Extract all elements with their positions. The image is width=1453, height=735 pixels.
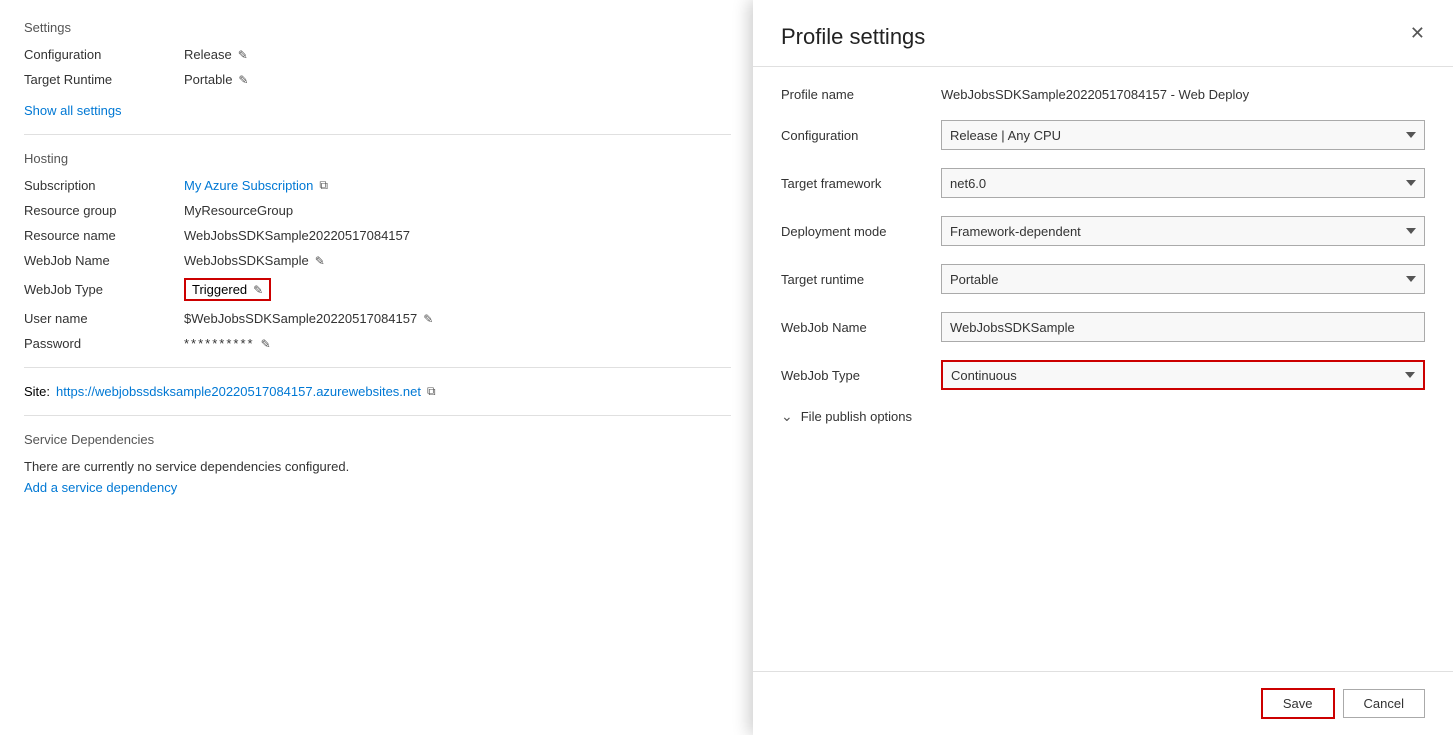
webjob-name-row: WebJob Name WebJobsSDKSample ✎ [24,253,731,268]
right-panel: Profile settings ✕ Profile name WebJobsS… [753,0,1453,735]
target-runtime-row: Target Runtime Portable ✎ [24,72,731,87]
divider-3 [24,415,731,416]
config-value: Release [184,47,232,62]
deployment-mode-form-label: Deployment mode [781,224,941,239]
password-value-group: ********** ✎ [184,336,271,351]
chevron-down-icon[interactable]: ⌄ [781,408,793,425]
resource-name-label: Resource name [24,228,184,243]
file-publish-label: File publish options [801,409,912,424]
webjob-name-input[interactable] [941,312,1425,342]
resource-name-value: WebJobsSDKSample20220517084157 [184,228,410,243]
divider-2 [24,367,731,368]
target-runtime-select[interactable]: Portable win-x64 win-x86 [941,264,1425,294]
profile-name-row: Profile name WebJobsSDKSample20220517084… [781,87,1425,102]
close-button[interactable]: ✕ [1410,24,1425,42]
webjob-type-edit-icon[interactable]: ✎ [253,283,263,297]
site-url[interactable]: https://webjobssdsksample20220517084157.… [56,384,421,399]
target-framework-form-label: Target framework [781,176,941,191]
webjob-type-row: WebJob Type Triggered ✎ [24,278,731,301]
show-all-settings-link[interactable]: Show all settings [24,103,122,118]
user-name-label: User name [24,311,184,326]
site-row: Site: https://webjobssdsksample202205170… [24,384,731,399]
webjob-type-select[interactable]: Continuous Triggered [941,360,1425,390]
webjob-type-form-row: WebJob Type Continuous Triggered [781,360,1425,390]
password-row: Password ********** ✎ [24,336,731,351]
target-framework-select[interactable]: net6.0 net5.0 netcoreapp3.1 [941,168,1425,198]
hosting-section-title: Hosting [24,151,731,166]
configuration-form-label: Configuration [781,128,941,143]
resource-group-row: Resource group MyResourceGroup [24,203,731,218]
subscription-value-group: My Azure Subscription ⧉ [184,178,328,193]
config-edit-icon[interactable]: ✎ [238,48,248,62]
webjob-type-form-label: WebJob Type [781,368,941,383]
user-name-row: User name $WebJobsSDKSample2022051708415… [24,311,731,326]
divider-1 [24,134,731,135]
webjob-type-box: Triggered ✎ [184,278,271,301]
site-copy-icon[interactable]: ⧉ [427,384,436,399]
configuration-form-row: Configuration Release | Any CPU Debug | … [781,120,1425,150]
subscription-copy-icon[interactable]: ⧉ [319,178,328,193]
target-runtime-form-label: Target runtime [781,272,941,287]
resource-group-value: MyResourceGroup [184,203,293,218]
target-framework-form-row: Target framework net6.0 net5.0 netcoreap… [781,168,1425,198]
left-panel: Settings Configuration Release ✎ Target … [0,0,755,735]
subscription-row: Subscription My Azure Subscription ⧉ [24,178,731,193]
panel-content: Profile name WebJobsSDKSample20220517084… [753,67,1453,671]
site-label: Site: [24,384,50,399]
config-label: Configuration [24,47,184,62]
profile-name-label: Profile name [781,87,941,102]
hosting-section: Hosting Subscription My Azure Subscripti… [24,151,731,351]
password-value: ********** [184,336,255,351]
panel-header: Profile settings ✕ [753,0,1453,67]
no-dep-text: There are currently no service dependenc… [24,459,731,474]
target-runtime-label: Target Runtime [24,72,184,87]
password-label: Password [24,336,184,351]
user-name-value-group: $WebJobsSDKSample20220517084157 ✎ [184,311,433,326]
file-publish-row: ⌄ File publish options [781,408,1425,425]
add-dep-link[interactable]: Add a service dependency [24,480,177,495]
webjob-name-edit-icon[interactable]: ✎ [315,254,325,268]
resource-name-row: Resource name WebJobsSDKSample2022051708… [24,228,731,243]
save-button[interactable]: Save [1261,688,1335,719]
subscription-label: Subscription [24,178,184,193]
password-edit-icon[interactable]: ✎ [261,337,271,351]
config-value-group: Release ✎ [184,47,248,62]
user-name-edit-icon[interactable]: ✎ [423,312,433,326]
configuration-select[interactable]: Release | Any CPU Debug | Any CPU [941,120,1425,150]
resource-group-label: Resource group [24,203,184,218]
target-runtime-form-row: Target runtime Portable win-x64 win-x86 [781,264,1425,294]
deployment-mode-form-row: Deployment mode Framework-dependent Self… [781,216,1425,246]
config-row: Configuration Release ✎ [24,47,731,62]
deployment-mode-select[interactable]: Framework-dependent Self-contained [941,216,1425,246]
resource-name-value-group: WebJobsSDKSample20220517084157 [184,228,410,243]
cancel-button[interactable]: Cancel [1343,689,1425,718]
target-runtime-value-group: Portable ✎ [184,72,248,87]
target-runtime-edit-icon[interactable]: ✎ [238,73,248,87]
profile-name-value: WebJobsSDKSample20220517084157 - Web Dep… [941,87,1249,102]
webjob-name-form-row: WebJob Name [781,312,1425,342]
target-runtime-value: Portable [184,72,232,87]
panel-footer: Save Cancel [753,671,1453,735]
webjob-name-label: WebJob Name [24,253,184,268]
resource-group-value-group: MyResourceGroup [184,203,293,218]
webjob-name-form-label: WebJob Name [781,320,941,335]
webjob-type-value: Triggered [192,282,247,297]
panel-title: Profile settings [781,24,925,50]
service-dep-section: Service Dependencies There are currently… [24,432,731,495]
webjob-type-label: WebJob Type [24,282,184,297]
subscription-value: My Azure Subscription [184,178,313,193]
service-dep-title: Service Dependencies [24,432,731,447]
webjob-name-value-group: WebJobsSDKSample ✎ [184,253,325,268]
settings-section-title: Settings [24,20,731,35]
webjob-name-value: WebJobsSDKSample [184,253,309,268]
user-name-value: $WebJobsSDKSample20220517084157 [184,311,417,326]
